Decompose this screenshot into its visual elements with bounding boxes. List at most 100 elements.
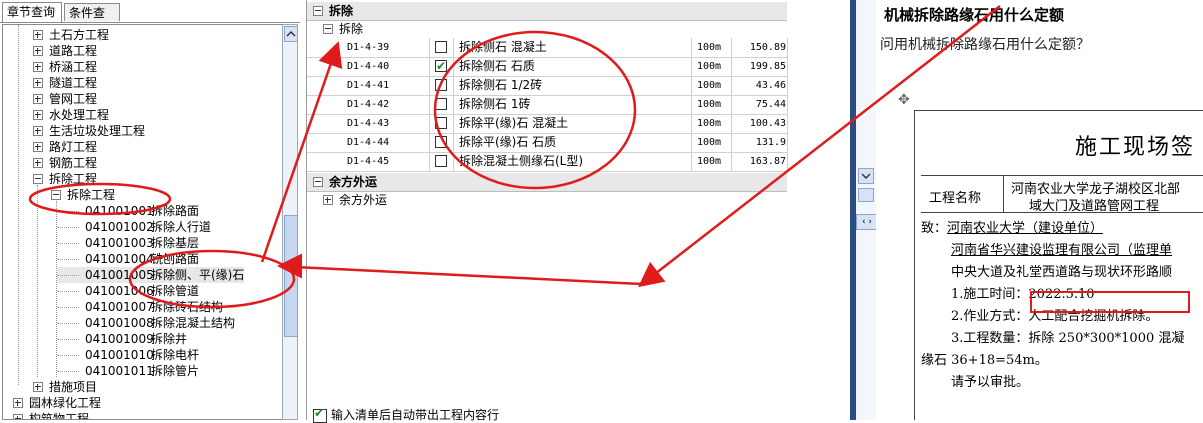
doc-line-method: 2.作业方式：人工配合挖掘机拆除。 [951,305,1158,324]
expand-icon[interactable] [33,157,43,168]
scroll-thumb[interactable] [858,188,874,202]
option-checkbox-checked[interactable] [313,406,327,423]
expand-icon[interactable] [33,61,43,72]
leaf-label: 拆除侧、平(缘)石 [151,268,245,282]
tree-leaf[interactable]: 041001003拆除基层 [57,235,199,251]
tree-node-bridge[interactable]: 桥涵工程 [33,59,97,75]
row-checkbox[interactable] [435,79,447,91]
quota-price: 163.87 [749,156,786,167]
subgroup-spoil-transport[interactable]: 余方外运 [307,192,787,209]
expand-icon[interactable] [323,194,333,205]
row-checkbox[interactable] [435,136,447,148]
expand-icon[interactable] [13,413,23,419]
tree-node-demolition[interactable]: 拆除工程 [33,171,97,187]
row-checkbox[interactable] [435,155,447,167]
tree-leaf-selected[interactable]: 041001005拆除侧、平(缘)石 [57,267,245,283]
tree-node-demolition-sub[interactable]: 拆除工程 [51,187,115,203]
tree-node-street-light[interactable]: 路灯工程 [33,139,97,155]
tree-leaf[interactable]: 041001011拆除管片 [57,363,199,379]
collapse-icon[interactable] [323,23,333,34]
quota-name: 拆除平(缘)石 石质 [459,135,557,149]
tab-chapter-query[interactable]: 章节查询 [2,2,62,22]
scroll-up-icon[interactable] [284,26,298,42]
question-text: 问用机械拆除路缘石用什么定额？ [880,37,1090,53]
row-checkbox[interactable] [435,41,447,53]
tree-scrollbar[interactable] [282,24,298,420]
group-title: 余方外运 [329,175,378,189]
tree-node-label: 拆除工程 [67,188,116,202]
move-icon[interactable]: ✥ [898,92,910,108]
quota-unit: 100m [697,118,722,129]
expand-icon[interactable] [33,29,43,40]
collapse-icon[interactable] [313,5,323,16]
auto-content-option[interactable]: 输入清单后自动带出工程内容行 [313,406,499,423]
quota-name: 拆除侧石 1/2砖 [459,78,543,92]
scroll-thumb[interactable] [284,215,298,337]
tree-node-road[interactable]: 道路工程 [33,43,97,59]
tree-leaf[interactable]: 041001007拆除砖石结构 [57,299,223,315]
project-name-row: 工程名称 河南农业大学龙子湖校区北部 域大门及道路管网工程 [921,175,1203,214]
table-row[interactable]: D1-4-42 拆除侧石 1砖 100m 75.44 [307,95,787,115]
subgroup-title: 拆除 [339,22,364,36]
expand-icon[interactable] [33,141,43,152]
document-title: 施工现场签 [1075,135,1196,160]
collapse-icon[interactable] [313,176,323,187]
expand-icon[interactable] [33,109,43,120]
collapse-icon[interactable] [51,189,61,200]
table-row[interactable]: D1-4-40 拆除侧石 石质 100m 199.85 [307,57,787,77]
subgroup-demolition[interactable]: 拆除 [307,21,787,38]
leaf-code: 041001003 [85,236,154,250]
row-checkbox[interactable] [435,117,447,129]
group-header-demolition[interactable]: 拆除 [307,2,787,21]
tree-leaf[interactable]: 041001009拆除井 [57,331,187,347]
scroll-down-icon[interactable] [858,168,874,184]
tree-node-earthwork[interactable]: 土石方工程 [33,27,109,43]
table-row[interactable]: D1-4-41 拆除侧石 1/2砖 100m 43.46 [307,76,787,96]
tree-node-rebar[interactable]: 钢筋工程 [33,155,97,171]
table-row[interactable]: D1-4-44 拆除平(缘)石 石质 100m 131.9 [307,133,787,153]
quota-unit: 100m [697,61,722,72]
row-checkbox[interactable] [435,98,447,110]
tree-node-water-treatment[interactable]: 水处理工程 [33,107,109,123]
quota-unit: 100m [697,156,722,167]
expand-icon[interactable] [13,397,23,408]
expand-icon[interactable] [33,381,43,392]
tree-node-measures[interactable]: 措施项目 [33,379,97,395]
group-header-spoil-transport[interactable]: 余方外运 [307,173,787,192]
question-title: 机械拆除路缘石用什么定额 [884,6,1065,24]
splitter-arrows-icon[interactable]: ‹ › [856,214,878,230]
tab-condition-query[interactable]: 条件查询 [64,3,120,38]
table-row[interactable]: D1-4-39 拆除侧石 混凝土 100m 150.89 [307,38,787,58]
tree-node-label: 土石方工程 [49,28,110,42]
expand-icon[interactable] [33,125,43,136]
tree-node-pipe-network[interactable]: 管网工程 [33,91,97,107]
tree-guide-line [18,25,19,385]
table-row[interactable]: D1-4-43 拆除平(缘)石 混凝土 100m 100.43 [307,114,787,134]
expand-icon[interactable] [33,93,43,104]
tree-node-landscaping[interactable]: 园林绿化工程 [13,395,101,411]
tree-leaf[interactable]: 041001006拆除管道 [57,283,199,299]
tree-leaf[interactable]: 041001008拆除混凝土结构 [57,315,235,331]
tree-leaf[interactable]: 041001004铣刨路面 [57,251,199,267]
tree-leaf[interactable]: 041001010拆除电杆 [57,347,199,363]
to-label: 致： [921,221,948,236]
tree-leaf[interactable]: 041001002拆除人行道 [57,219,211,235]
expand-icon[interactable] [33,77,43,88]
table-scrollbar[interactable]: ‹ › [856,0,878,420]
tree-node-label: 道路工程 [49,44,98,58]
leaf-code: 041001005 [85,268,154,282]
tree-leaf[interactable]: 041001001拆除路面 [57,203,199,219]
expand-icon[interactable] [33,45,43,56]
tree-connector [57,307,79,308]
row-checkbox-checked[interactable] [435,57,447,76]
table-row[interactable]: D1-4-45 拆除混凝土侧缘石(L型) 100m 163.87 [307,152,787,172]
quota-price: 100.43 [749,118,786,129]
tree-node-label: 构筑物工程 [29,412,90,420]
collapse-icon[interactable] [33,173,43,184]
tree-node-structures[interactable]: 构筑物工程 [13,411,90,420]
leaf-code: 041001001 [85,204,154,218]
quota-code: D1-4-44 [347,137,390,148]
tree-node-tunnel[interactable]: 隧道工程 [33,75,97,91]
tree-node-garbage[interactable]: 生活垃圾处理工程 [33,123,145,139]
quota-price: 75.44 [755,99,786,110]
